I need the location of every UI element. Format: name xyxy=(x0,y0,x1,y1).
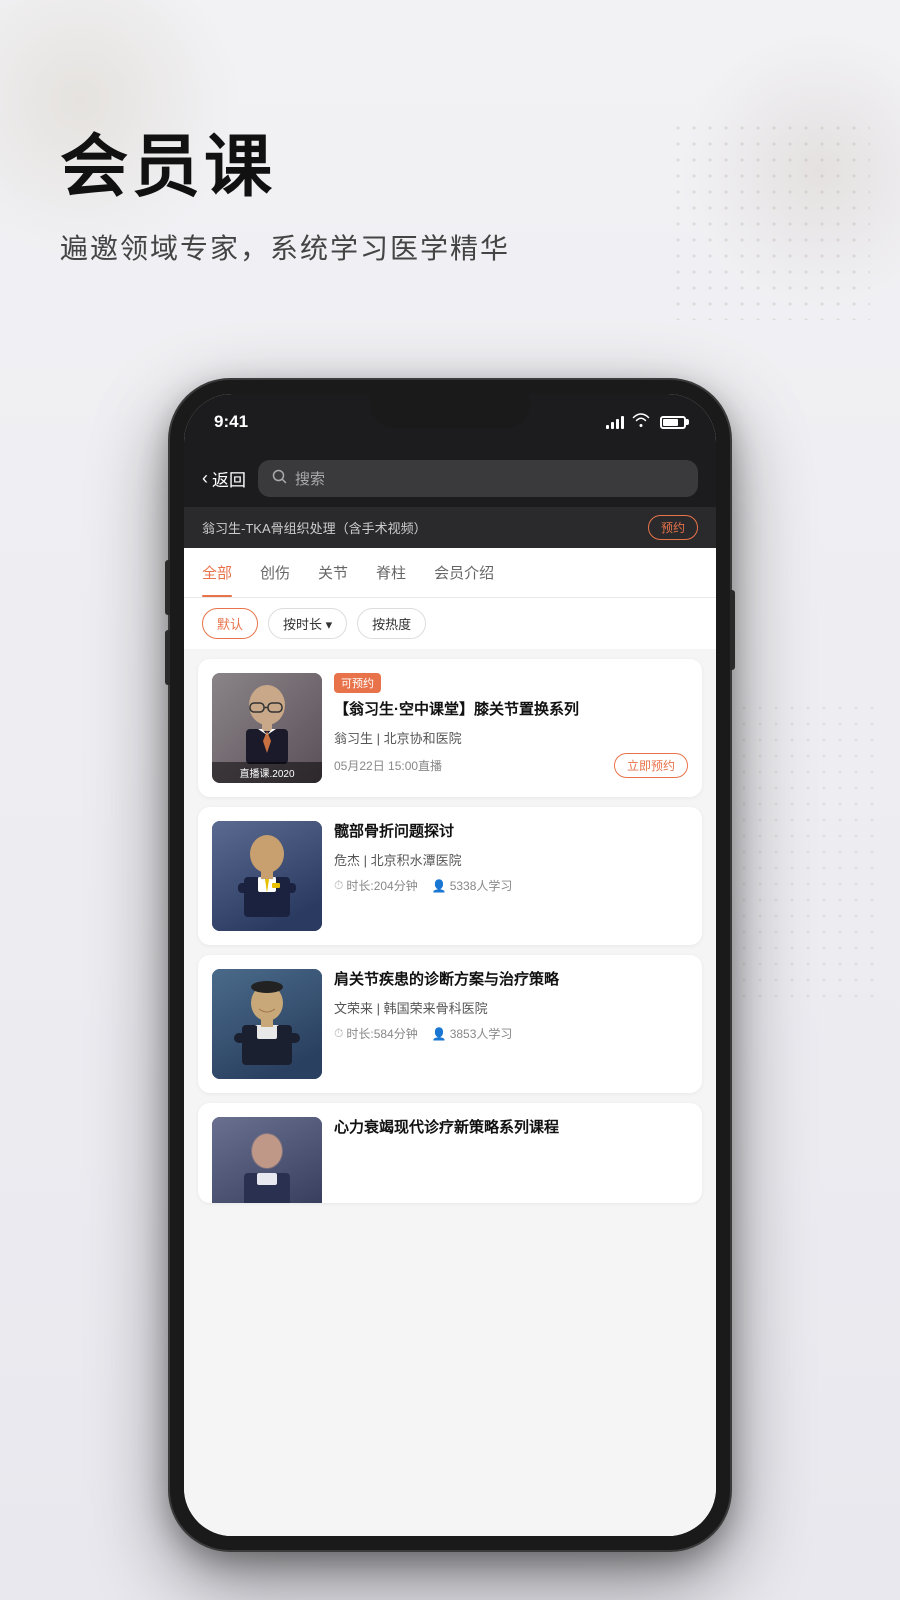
phone-button-volume-down xyxy=(165,630,170,685)
course-doctor-2: 危杰 | 北京积水潭医院 xyxy=(334,850,688,869)
live-button-1[interactable]: 立即预约 xyxy=(614,753,688,778)
course-card-2[interactable]: 髋部骨折问题探讨 危杰 | 北京积水潭医院 ⏱ 时长:204分钟 👤 5338人… xyxy=(198,807,702,945)
hero-subtitle: 遍邀领域专家，系统学习医学精华 xyxy=(60,227,510,267)
course-banner: 翁习生-TKA骨组织处理（含手术视频） 预约 xyxy=(184,507,716,548)
back-button[interactable]: ‹ 返回 xyxy=(202,466,246,491)
tab-trauma[interactable]: 创伤 xyxy=(260,548,290,597)
search-placeholder: 搜索 xyxy=(295,468,325,489)
course-info-1: 可预约 【翁习生·空中课堂】膝关节置换系列 翁习生 | 北京协和医院 05月22… xyxy=(334,673,688,783)
tab-member-intro[interactable]: 会员介绍 xyxy=(434,548,494,597)
course-list: 直播课.2020 可预约 【翁习生·空中课堂】膝关节置换系列 翁习生 | 北京协… xyxy=(184,649,716,1213)
search-bar[interactable]: 搜索 xyxy=(258,460,698,497)
hero-title: 会员课 xyxy=(60,130,510,205)
filter-popularity[interactable]: 按热度 xyxy=(357,608,426,639)
course-thumb-2 xyxy=(212,821,322,931)
thumb-label-1: 直播课.2020 xyxy=(212,762,322,783)
bg-dots-1 xyxy=(670,120,870,320)
course-card-3[interactable]: 肩关节疾患的诊断方案与治疗策略 文荣来 | 韩国荣来骨科医院 ⏱ 时长:584分… xyxy=(198,955,702,1093)
phone-screen: 9:41 xyxy=(184,394,716,1536)
course-title-4: 心力衰竭现代诊疗新策略系列课程 xyxy=(334,1117,688,1138)
signal-icon xyxy=(606,415,624,429)
course-doctor-3: 文荣来 | 韩国荣来骨科医院 xyxy=(334,998,688,1017)
header-bar: ‹ 返回 搜索 xyxy=(184,446,716,507)
learners-3: 👤 3853人学习 xyxy=(432,1025,513,1042)
course-thumb-3 xyxy=(212,969,322,1079)
tab-all[interactable]: 全部 xyxy=(202,548,232,597)
course-doctor-1: 翁习生 | 北京协和医院 xyxy=(334,728,688,747)
filter-default[interactable]: 默认 xyxy=(202,608,258,639)
duration-2: ⏱ 时长:204分钟 xyxy=(334,877,418,894)
phone-button-volume-up xyxy=(165,560,170,615)
filter-bar: 默认 按时长 ▾ 按热度 xyxy=(184,598,716,649)
course-meta-3: ⏱ 时长:584分钟 👤 3853人学习 xyxy=(334,1025,688,1042)
banner-reserve-button[interactable]: 预约 xyxy=(648,515,698,540)
course-card-1[interactable]: 直播课.2020 可预约 【翁习生·空中课堂】膝关节置换系列 翁习生 | 北京协… xyxy=(198,659,702,797)
banner-text: 翁习生-TKA骨组织处理（含手术视频） xyxy=(202,518,427,537)
course-tag-1: 可预约 xyxy=(334,673,381,693)
course-time-1: 05月22日 15:00直播 立即预约 xyxy=(334,753,688,778)
tab-spine[interactable]: 脊柱 xyxy=(376,548,406,597)
duration-3: ⏱ 时长:584分钟 xyxy=(334,1025,418,1042)
battery-icon xyxy=(660,416,686,429)
back-arrow-icon: ‹ xyxy=(202,468,208,489)
back-label: 返回 xyxy=(212,466,246,491)
phone-button-power xyxy=(730,590,735,670)
clock-icon-3: ⏱ xyxy=(334,1026,343,1041)
status-time: 9:41 xyxy=(214,408,248,432)
course-title-1: 【翁习生·空中课堂】膝关节置换系列 xyxy=(334,699,688,720)
course-thumb-1: 直播课.2020 xyxy=(212,673,322,783)
course-title-3: 肩关节疾患的诊断方案与治疗策略 xyxy=(334,969,688,990)
people-icon: 👤 xyxy=(432,879,447,893)
course-title-2: 髋部骨折问题探讨 xyxy=(334,821,688,842)
hero-section: 会员课 遍邀领域专家，系统学习医学精华 xyxy=(60,130,510,267)
course-info-2: 髋部骨折问题探讨 危杰 | 北京积水潭医院 ⏱ 时长:204分钟 👤 5338人… xyxy=(334,821,688,931)
search-icon xyxy=(272,469,287,489)
phone-frame-wrapper: 9:41 xyxy=(170,380,730,1550)
filter-duration[interactable]: 按时长 ▾ xyxy=(268,608,347,639)
course-meta-2: ⏱ 时长:204分钟 👤 5338人学习 xyxy=(334,877,688,894)
bg-dots-2 xyxy=(720,700,880,1000)
people-icon-3: 👤 xyxy=(432,1027,447,1041)
course-info-4: 心力衰竭现代诊疗新策略系列课程 xyxy=(334,1117,688,1189)
course-info-3: 肩关节疾患的诊断方案与治疗策略 文荣来 | 韩国荣来骨科医院 ⏱ 时长:584分… xyxy=(334,969,688,1079)
clock-icon: ⏱ xyxy=(334,878,343,893)
learners-2: 👤 5338人学习 xyxy=(432,877,513,894)
notch xyxy=(370,394,530,428)
course-card-4[interactable]: 心力衰竭现代诊疗新策略系列课程 xyxy=(198,1103,702,1203)
tab-joint[interactable]: 关节 xyxy=(318,548,348,597)
wifi-icon xyxy=(632,413,650,431)
tab-bar: 全部 创伤 关节 脊柱 会员介绍 xyxy=(184,548,716,598)
app-content: ‹ 返回 搜索 翁习生-TKA骨组织处理（含手术视频） 预约 xyxy=(184,446,716,1536)
status-icons xyxy=(606,409,686,431)
course-thumb-4 xyxy=(212,1117,322,1203)
